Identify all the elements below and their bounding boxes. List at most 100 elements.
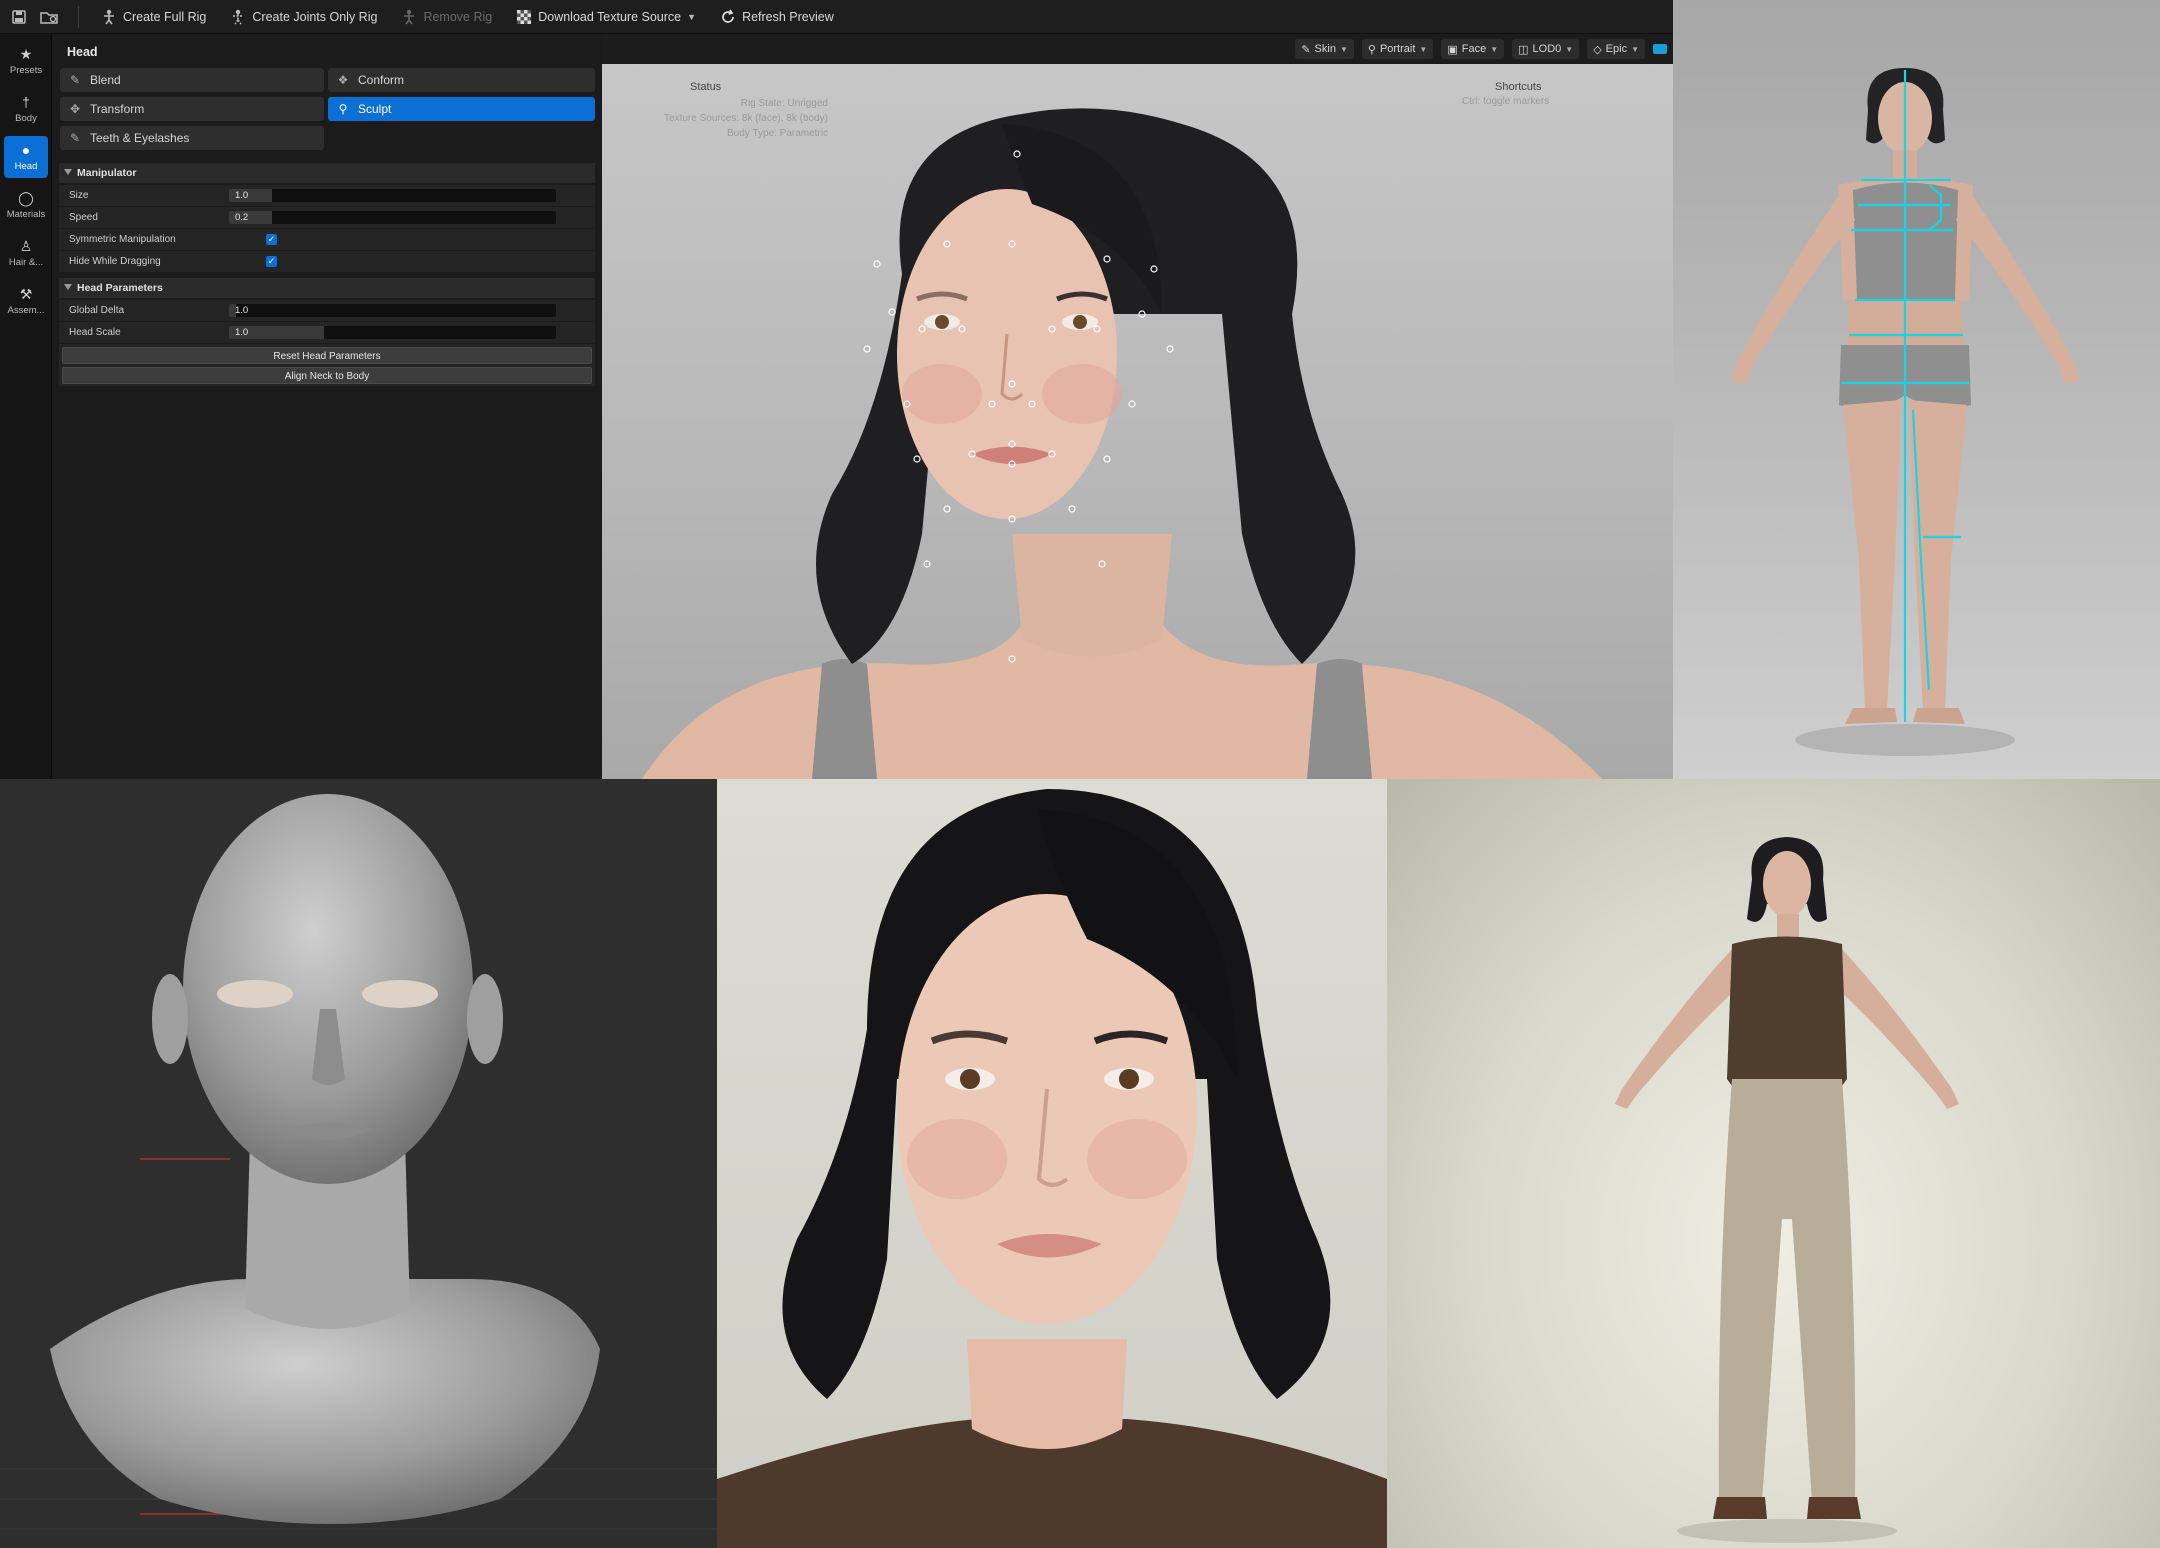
sculpt-bust <box>0 794 717 1530</box>
reset-head-parameters-button[interactable]: Reset Head Parameters <box>62 347 592 364</box>
chevron-down-icon: ▼ <box>1339 44 1348 54</box>
symmetric-manipulation-row: Symmetric Manipulation ✓ <box>59 229 595 250</box>
sidebar-item-label: Hair &... <box>8 256 44 268</box>
sculpt-pin-icon: ⚲ <box>338 102 348 116</box>
final-portrait-image <box>717 779 1387 1548</box>
conform-icon: ❖ <box>337 73 349 87</box>
head-render <box>642 108 1602 779</box>
manipulator-header-label: Manipulator <box>77 167 137 179</box>
conform-label: Conform <box>358 73 405 87</box>
sculpt-bust-image <box>0 779 717 1548</box>
teeth-eyelashes-label: Teeth & Eyelashes <box>90 131 190 145</box>
head-scale-row: Head Scale 1.0 <box>59 322 595 343</box>
skin-dropdown-label: Skin <box>1314 43 1336 55</box>
viewport-toolbar: ✎ Skin ▼ ⚲ Portrait ▼ ▣ Face ▼ ◫ LOD0 ▼ ◇ Epic ▼ <box>602 34 1673 64</box>
move-arrows-icon: ✥ <box>69 102 81 116</box>
rig-preview-image <box>1673 0 2160 779</box>
save-icon[interactable] <box>8 6 30 28</box>
hide-while-dragging-row: Hide While Dragging ✓ <box>59 251 595 272</box>
create-joints-only-rig-button[interactable]: Create Joints Only Rig <box>218 3 389 31</box>
global-delta-slider[interactable]: 1.0 <box>229 304 556 317</box>
create-full-rig-button[interactable]: Create Full Rig <box>89 3 218 31</box>
sidebar-item-body[interactable]: † Body <box>4 88 48 130</box>
hide-while-dragging-label: Hide While Dragging <box>69 256 161 267</box>
sidebar-item-presets[interactable]: ★ Presets <box>4 40 48 82</box>
chevron-down-icon: ▼ <box>1419 44 1428 54</box>
checker-texture-icon <box>516 9 532 25</box>
download-texture-source-label: Download Texture Source <box>538 9 682 24</box>
star-icon: ★ <box>19 45 33 62</box>
sidebar-item-label: Head <box>14 160 38 172</box>
collapse-triangle-icon <box>64 284 72 290</box>
speed-property-row: Speed 0.2 <box>59 207 595 228</box>
face-dropdown[interactable]: ▣ Face ▼ <box>1441 39 1505 59</box>
global-delta-row: Global Delta 1.0 <box>59 300 595 321</box>
manipulator-section-header[interactable]: Manipulator <box>59 163 595 183</box>
head-parameters-header-label: Head Parameters <box>77 282 163 294</box>
size-property-row: Size 1.0 <box>59 185 595 206</box>
head-parameters-section-header[interactable]: Head Parameters <box>59 278 595 298</box>
chevron-down-icon: ▼ <box>687 11 697 22</box>
refresh-preview-button[interactable]: Refresh Preview <box>708 3 846 31</box>
create-full-rig-label: Create Full Rig <box>123 9 207 24</box>
browse-folder-icon[interactable] <box>38 6 60 28</box>
sidebar-item-materials[interactable]: ◯ Materials <box>4 184 48 226</box>
chevron-down-icon: ▼ <box>1565 44 1574 54</box>
head-scale-label: Head Scale <box>69 327 121 338</box>
refresh-preview-label: Refresh Preview <box>742 9 834 24</box>
sculpt-label: Sculpt <box>358 102 392 116</box>
head-icon: ● <box>21 141 31 158</box>
sidebar-item-hair[interactable]: ♙ Hair &... <box>4 232 48 274</box>
panel-title: Head <box>67 45 98 59</box>
portrait-dropdown-label: Portrait <box>1379 43 1416 55</box>
sidebar-item-label: Assem... <box>7 304 45 316</box>
main-toolbar: Create Full Rig Create Joints Only Rig R… <box>0 0 1673 34</box>
viewport-toggle[interactable] <box>1653 44 1667 54</box>
joints-figure-icon <box>230 9 246 25</box>
remove-rig-button[interactable]: Remove Rig <box>389 3 504 31</box>
sidebar-item-assembly[interactable]: ⚒ Assem... <box>4 280 48 322</box>
head-scale-slider[interactable]: 1.0 <box>229 326 556 339</box>
chevron-down-icon: ▼ <box>1490 44 1499 54</box>
hammer-icon: ⚒ <box>19 285 33 302</box>
sidebar-item-head[interactable]: ● Head <box>4 136 48 178</box>
sculpt-tool-button[interactable]: ⚲ Sculpt <box>328 97 595 121</box>
transform-tool-button[interactable]: ✥ Transform <box>60 97 324 121</box>
size-value: 1.0 <box>235 190 249 201</box>
chevron-down-icon: ▼ <box>1631 44 1639 54</box>
global-delta-value: 1.0 <box>235 305 249 316</box>
remove-rig-icon <box>401 9 417 25</box>
3d-viewport[interactable]: ✎ Skin ▼ ⚲ Portrait ▼ ▣ Face ▼ ◫ LOD0 ▼ ◇ Epic ▼ S… <box>602 34 1673 779</box>
brush-icon: ✎ <box>69 131 81 145</box>
size-slider[interactable]: 1.0 <box>229 189 556 202</box>
symmetric-manipulation-checkbox[interactable]: ✓ <box>266 234 277 245</box>
collapse-triangle-icon <box>64 169 72 175</box>
speed-value: 0.2 <box>235 212 249 223</box>
conform-tool-button[interactable]: ❖ Conform <box>328 68 595 92</box>
quality-dropdown[interactable]: ◇ Epic ▼ <box>1587 39 1645 59</box>
lod-dropdown[interactable]: ◫ LOD0 ▼ <box>1512 39 1580 59</box>
face-dropdown-label: Face <box>1461 43 1487 55</box>
align-neck-to-body-button[interactable]: Align Neck to Body <box>62 367 592 384</box>
download-texture-source-button[interactable]: Download Texture Source ▼ <box>504 3 708 31</box>
skin-dropdown[interactable]: ✎ Skin ▼ <box>1295 39 1354 59</box>
size-label: Size <box>69 190 89 201</box>
teeth-eyelashes-button[interactable]: ✎ Teeth & Eyelashes <box>60 126 324 150</box>
dressed-character-image <box>1387 779 2160 1548</box>
materials-sphere-icon: ◯ <box>18 189 34 206</box>
speed-label: Speed <box>69 212 98 223</box>
diamond-icon: ◇ <box>1593 43 1602 56</box>
toolbar-divider <box>78 5 79 28</box>
head-scale-value: 1.0 <box>235 327 249 338</box>
rig-figure-icon <box>101 9 117 25</box>
cube-icon: ◫ <box>1518 43 1529 56</box>
portrait-render <box>717 789 1387 1548</box>
sidebar-item-label: Materials <box>6 208 46 220</box>
create-joints-only-rig-label: Create Joints Only Rig <box>252 9 378 24</box>
speed-slider[interactable]: 0.2 <box>229 211 556 224</box>
camera-icon: ▣ <box>1447 43 1458 56</box>
hide-while-dragging-checkbox[interactable]: ✓ <box>266 256 277 267</box>
portrait-dropdown[interactable]: ⚲ Portrait ▼ <box>1361 39 1434 59</box>
symmetric-manipulation-label: Symmetric Manipulation <box>69 234 176 245</box>
blend-tool-button[interactable]: ✎ Blend <box>60 68 324 92</box>
